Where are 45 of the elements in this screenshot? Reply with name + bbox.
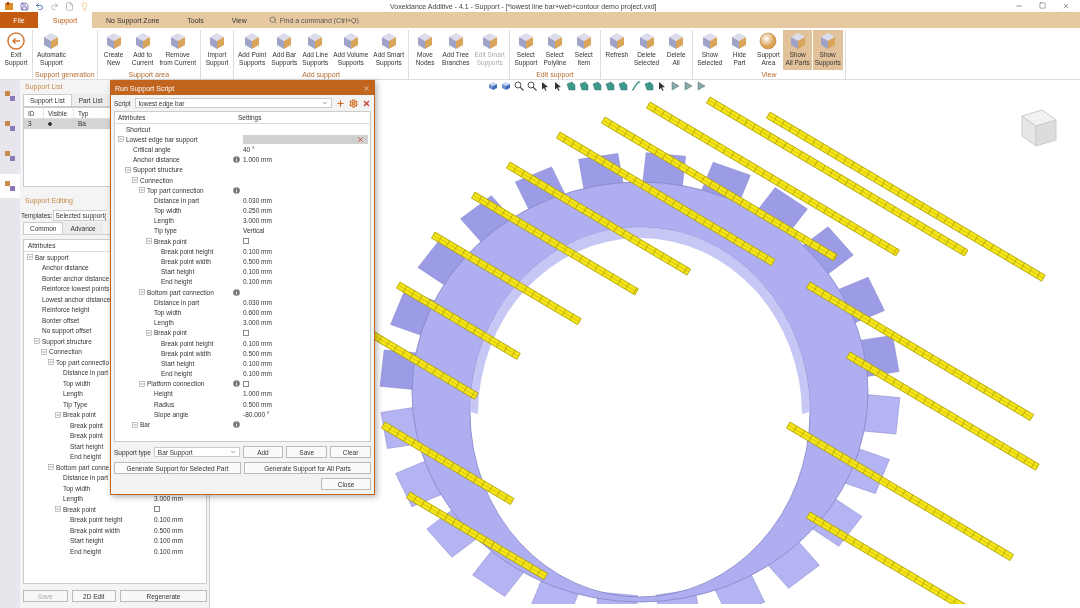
collapse-icon[interactable] xyxy=(132,177,138,184)
delete-icon[interactable] xyxy=(362,98,371,108)
chevron-down-icon xyxy=(229,449,236,455)
face-select-icon[interactable] xyxy=(644,81,654,91)
cursor-arrow-icon[interactable] xyxy=(657,81,667,91)
collapse-icon[interactable] xyxy=(48,464,54,471)
visible-dot[interactable] xyxy=(48,122,52,126)
collapse-icon[interactable] xyxy=(34,338,40,345)
collapse-icon[interactable] xyxy=(139,380,145,387)
close-icon[interactable] xyxy=(1062,2,1070,10)
settings-icon[interactable] xyxy=(349,98,358,108)
redo-icon[interactable] xyxy=(50,1,59,11)
clear-icon[interactable] xyxy=(357,135,364,143)
app-logo-icon[interactable] xyxy=(4,1,14,11)
sphere-icon xyxy=(758,31,779,51)
curve-icon[interactable] xyxy=(631,81,641,91)
chevron-down-icon xyxy=(322,100,328,106)
maximize-icon[interactable] xyxy=(1039,2,1046,9)
collapse-icon[interactable] xyxy=(139,289,145,296)
collapse-icon[interactable] xyxy=(27,254,33,261)
magnifier-icon[interactable] xyxy=(514,81,524,91)
collapse-icon[interactable] xyxy=(125,166,131,173)
cube-icon[interactable] xyxy=(488,81,498,91)
checkbox[interactable] xyxy=(243,238,249,245)
checkbox[interactable] xyxy=(243,380,249,387)
collapse-icon[interactable] xyxy=(55,506,61,513)
undo-icon[interactable] xyxy=(35,1,44,11)
collapse-icon[interactable] xyxy=(146,329,152,336)
minimize-icon[interactable] xyxy=(1015,2,1023,10)
collapse-icon[interactable] xyxy=(146,238,152,245)
document-icon[interactable] xyxy=(65,1,74,11)
collapse-icon[interactable] xyxy=(132,421,138,428)
checkbox[interactable] xyxy=(154,506,160,513)
cube-icon[interactable] xyxy=(501,81,511,91)
search-icon xyxy=(268,16,277,24)
value-field[interactable] xyxy=(243,134,368,144)
magnifier-icon[interactable] xyxy=(527,81,537,91)
collapse-icon[interactable] xyxy=(41,348,47,355)
checkbox[interactable] xyxy=(243,329,249,336)
collapse-icon[interactable] xyxy=(139,187,145,194)
collapse-icon[interactable] xyxy=(48,359,54,366)
add-icon[interactable] xyxy=(336,98,345,108)
collapse-icon[interactable] xyxy=(118,136,124,143)
collapse-icon[interactable] xyxy=(55,411,61,418)
save-icon[interactable] xyxy=(20,1,29,11)
